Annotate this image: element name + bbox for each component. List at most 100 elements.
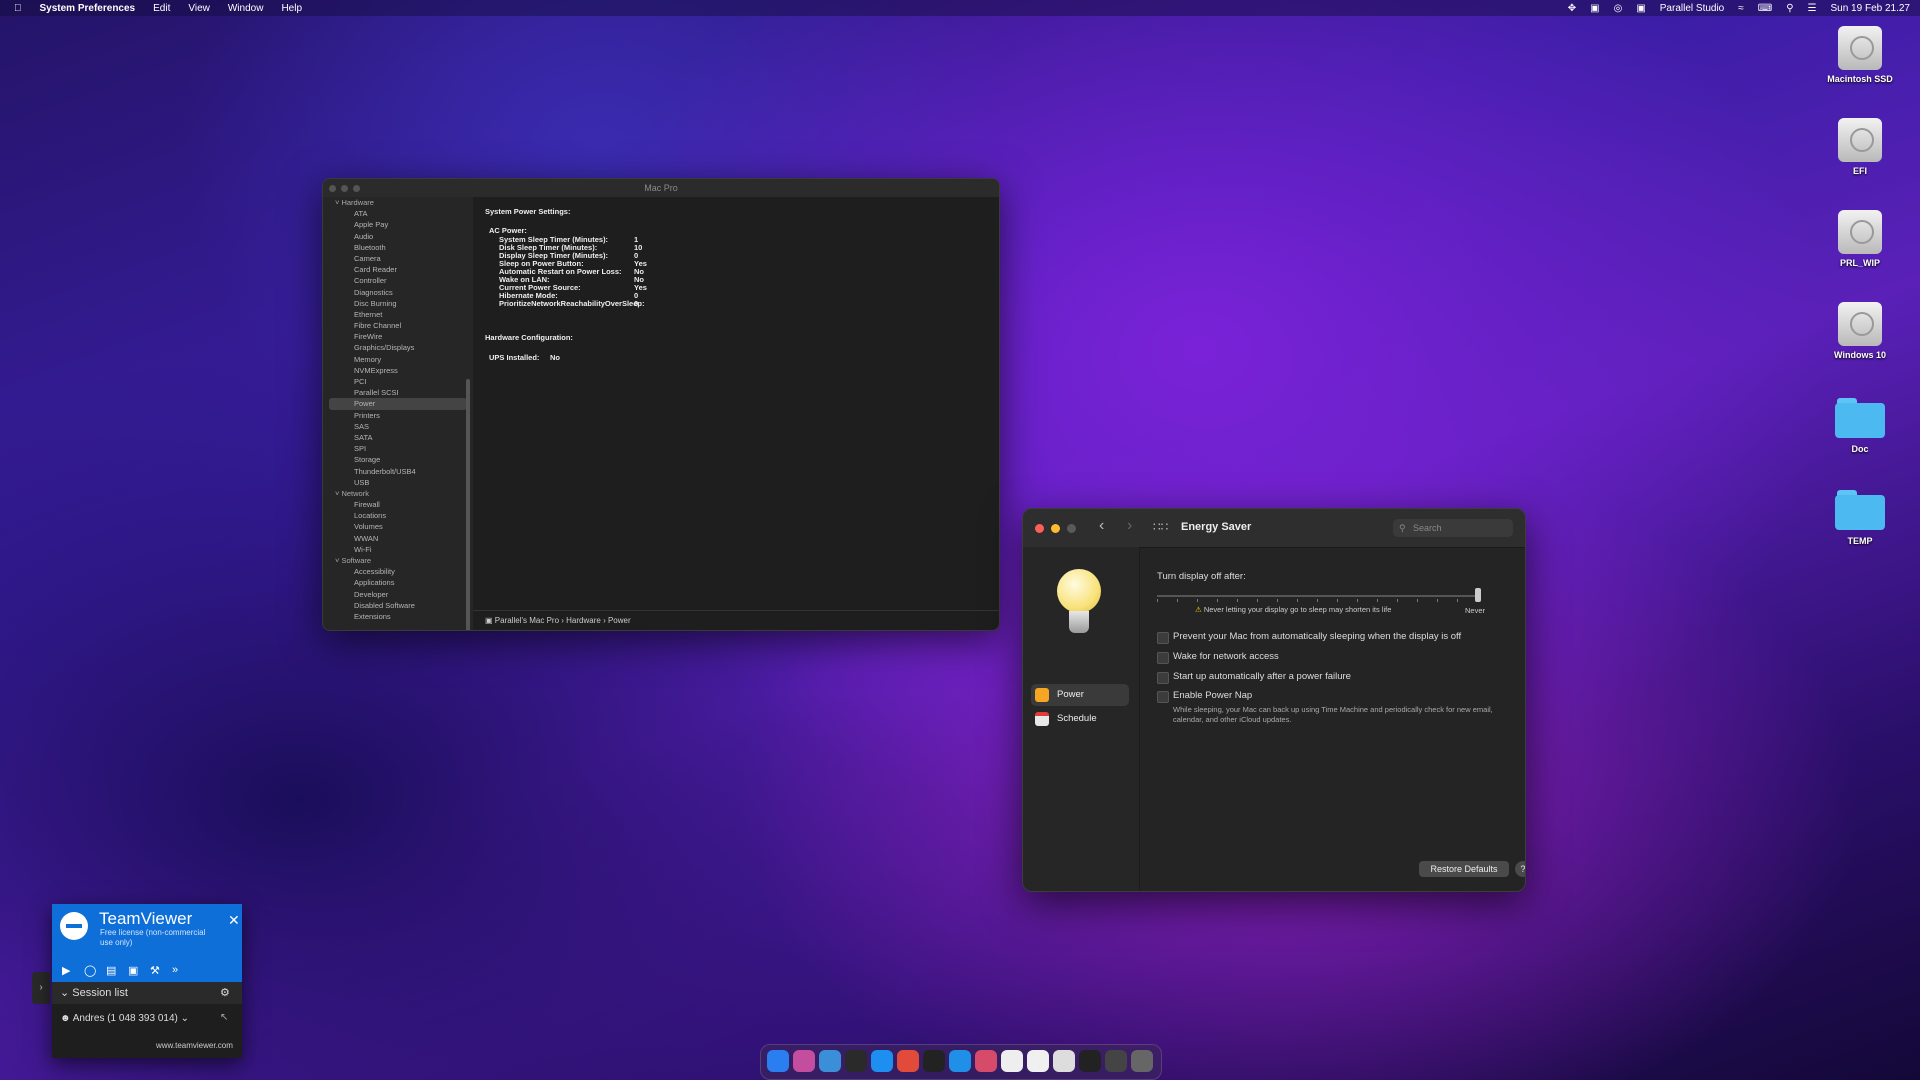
desktop-disk-macintosh-ssd[interactable]: Macintosh SSD: [1815, 26, 1905, 84]
show-all-grid-icon[interactable]: ∷∷: [1153, 520, 1168, 534]
sidebar-item[interactable]: SPI: [323, 443, 473, 454]
sidebar-item[interactable]: ATA: [323, 208, 473, 219]
menu-edit[interactable]: Edit: [153, 3, 170, 14]
teamviewer-url[interactable]: www.teamviewer.com: [156, 1041, 233, 1050]
notification-icon[interactable]: ▣: [1590, 3, 1599, 14]
sidebar-item[interactable]: USB: [323, 477, 473, 488]
sidebar-item[interactable]: Locations: [323, 510, 473, 521]
sidebar-item[interactable]: Apple Pay: [323, 219, 473, 230]
checkbox-power-nap[interactable]: [1157, 691, 1169, 703]
desktop-disk-windows-10[interactable]: Windows 10: [1815, 302, 1905, 360]
slider-knob[interactable]: [1475, 588, 1481, 602]
dock-app-icon[interactable]: [767, 1050, 789, 1072]
headset-icon[interactable]: ◯: [84, 964, 96, 977]
menu-window[interactable]: Window: [228, 3, 264, 14]
dock-app-icon[interactable]: [949, 1050, 971, 1072]
sidebar-item[interactable]: Wi-Fi: [323, 544, 473, 555]
dock-app-icon[interactable]: [1001, 1050, 1023, 1072]
sidebar-item[interactable]: Fibre Channel: [323, 320, 473, 331]
sidebar-item[interactable]: Thunderbolt/USB4: [323, 466, 473, 477]
sidebar-item[interactable]: Firewall: [323, 499, 473, 510]
dock-app-icon[interactable]: [897, 1050, 919, 1072]
video-icon[interactable]: ▶: [62, 964, 70, 977]
dock-app-icon[interactable]: [1027, 1050, 1049, 1072]
sidebar-item[interactable]: PCI: [323, 376, 473, 387]
dock-app-icon[interactable]: [819, 1050, 841, 1072]
dock-app-icon[interactable]: [923, 1050, 945, 1072]
menu-view[interactable]: View: [188, 3, 210, 14]
checkbox-startup-after-failure[interactable]: [1157, 672, 1169, 684]
dock-app-icon[interactable]: [1131, 1050, 1153, 1072]
display-sleep-slider[interactable]: [1157, 595, 1479, 597]
close-button[interactable]: [1035, 524, 1044, 533]
session-list-header[interactable]: ⌄ Session list ⚙: [52, 982, 242, 1004]
session-user[interactable]: ☻ Andres (1 048 393 014) ⌄: [60, 1013, 189, 1024]
gear-icon[interactable]: ⚙: [220, 982, 230, 1004]
apple-menu-icon[interactable]: : [14, 3, 22, 14]
menu-help[interactable]: Help: [281, 3, 302, 14]
window-toolbar[interactable]: ‹ › ∷∷ Energy Saver ⚲ Search: [1023, 509, 1525, 548]
dock-app-icon[interactable]: [975, 1050, 997, 1072]
restore-defaults-button[interactable]: Restore Defaults: [1419, 861, 1509, 877]
sidebar-item[interactable]: Parallel SCSI: [323, 387, 473, 398]
checkbox-wake-network[interactable]: [1157, 652, 1169, 664]
forward-arrow-icon[interactable]: ›: [1127, 517, 1132, 535]
desktop-disk-prl-wip[interactable]: PRL_WIP: [1815, 210, 1905, 268]
sidebar-item[interactable]: Audio: [323, 231, 473, 242]
sidebar-item[interactable]: Bluetooth: [323, 242, 473, 253]
more-icon[interactable]: »: [172, 964, 178, 976]
dock-app-icon[interactable]: [793, 1050, 815, 1072]
sidebar-category[interactable]: ˅ Hardware: [323, 197, 473, 208]
close-button[interactable]: [329, 185, 336, 192]
sidebar-item[interactable]: Graphics/Displays: [323, 342, 473, 353]
sidebar-item[interactable]: NVMExpress: [323, 365, 473, 376]
sidebar-item[interactable]: Applications: [323, 577, 473, 588]
minimize-button[interactable]: [1051, 524, 1060, 533]
sidebar-item[interactable]: SATA: [323, 432, 473, 443]
teamviewer-expand-handle[interactable]: ›: [32, 972, 50, 1004]
sidebar-item[interactable]: Accessibility: [323, 566, 473, 577]
sidebar-category[interactable]: ˅ Network: [323, 488, 473, 499]
checkbox-prevent-sleep[interactable]: [1157, 632, 1169, 644]
zoom-button[interactable]: [353, 185, 360, 192]
dock-app-icon[interactable]: [1105, 1050, 1127, 1072]
desktop-folder-temp[interactable]: TEMP: [1815, 488, 1905, 546]
sysinfo-sidebar[interactable]: ˅ Hardware ATA Apple Pay Audio Bluetooth Came…: [323, 197, 473, 630]
dock-app-icon[interactable]: [871, 1050, 893, 1072]
back-arrow-icon[interactable]: ‹: [1099, 517, 1104, 535]
sidebar-item[interactable]: Diagnostics: [323, 287, 473, 298]
sidebar-item[interactable]: Disabled Software: [323, 600, 473, 611]
sidebar-item[interactable]: Ethernet: [323, 309, 473, 320]
dock-app-icon[interactable]: [845, 1050, 867, 1072]
search-field[interactable]: ⚲ Search: [1393, 519, 1513, 537]
teamviewer-status-icon[interactable]: ✥: [1568, 3, 1576, 14]
zoom-button[interactable]: [1067, 524, 1076, 533]
control-center-icon[interactable]: ☰: [1808, 3, 1817, 14]
sidebar-item[interactable]: Disc Burning: [323, 298, 473, 309]
nav-item-schedule[interactable]: Schedule: [1031, 708, 1129, 730]
sidebar-item[interactable]: Volumes: [323, 521, 473, 532]
sidebar-item[interactable]: Camera: [323, 253, 473, 264]
sidebar-item[interactable]: Printers: [323, 410, 473, 421]
path-item[interactable]: Hardware: [566, 616, 601, 625]
nav-item-power[interactable]: Power: [1031, 684, 1129, 706]
dock-app-icon[interactable]: [1079, 1050, 1101, 1072]
pin-icon[interactable]: ↖: [220, 1012, 228, 1023]
sidebar-scrollbar[interactable]: [466, 379, 470, 630]
sidebar-item[interactable]: WWAN: [323, 533, 473, 544]
menu-app-name[interactable]: System Preferences: [40, 3, 136, 14]
keyboard-icon[interactable]: ⌨: [1758, 3, 1772, 14]
path-item[interactable]: Power: [608, 616, 631, 625]
tools-icon[interactable]: ⚒: [150, 964, 160, 977]
sidebar-item[interactable]: Memory: [323, 354, 473, 365]
sidebar-item[interactable]: Card Reader: [323, 264, 473, 275]
files-icon[interactable]: ▣: [128, 964, 138, 977]
sidebar-item[interactable]: FireWire: [323, 331, 473, 342]
help-button[interactable]: ?: [1515, 861, 1525, 877]
desktop-disk-efi[interactable]: EFI: [1815, 118, 1905, 176]
sidebar-item[interactable]: Controller: [323, 275, 473, 286]
close-icon[interactable]: ✕: [228, 912, 240, 929]
sidebar-item[interactable]: Developer: [323, 589, 473, 600]
screenshot-icon[interactable]: ▣: [1636, 3, 1645, 14]
sidebar-item[interactable]: Storage: [323, 454, 473, 465]
